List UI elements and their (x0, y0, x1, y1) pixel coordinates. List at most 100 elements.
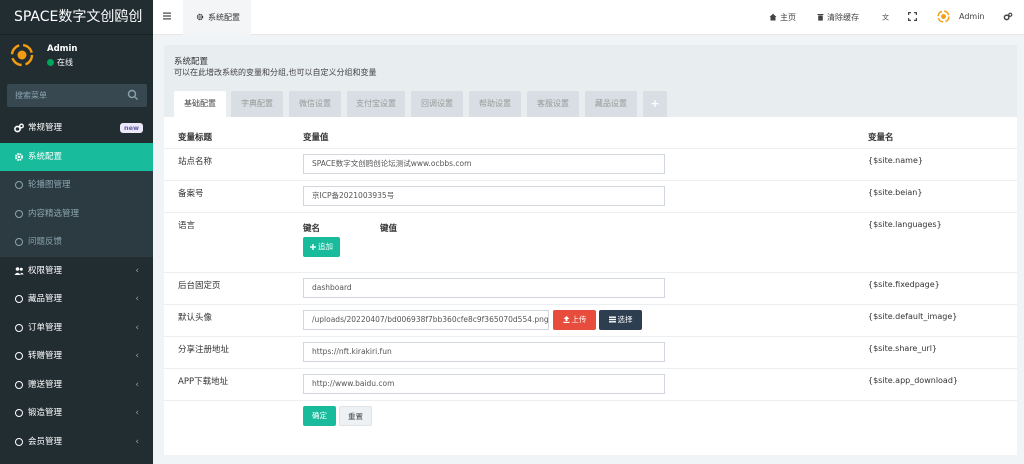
circle-icon (15, 380, 23, 389)
upload-button[interactable]: 上传 (553, 310, 596, 330)
circle-icon (15, 238, 23, 246)
sidebar-item-members[interactable]: 会员管理 ‹ (0, 428, 153, 457)
sidebar-item-label: 转赠管理 (28, 351, 63, 361)
tab-wechat[interactable]: 微信设置 (289, 91, 341, 117)
sidebar-item-featured[interactable]: 内容精选管理 (0, 199, 153, 228)
tab-system-config[interactable]: 系统配置 (183, 0, 251, 35)
sidebar-item-banner[interactable]: 轮播图管理 (0, 171, 153, 200)
user-status: 在线 (47, 57, 73, 68)
key-name-label: 键名 (303, 224, 321, 234)
fixedpage-input[interactable]: dashboard (303, 278, 665, 298)
menu-toggle-icon[interactable] (162, 11, 172, 21)
clear-cache-button[interactable]: 清除缓存 (817, 12, 859, 23)
row-label-app-download: APP下载地址 (178, 377, 229, 387)
var-beian: {$site.beian} (868, 188, 923, 197)
row-divider (164, 368, 1017, 369)
sidebar-item-orders[interactable]: 订单管理 ‹ (0, 314, 153, 343)
gears-icon (14, 123, 24, 133)
tab-customer-service[interactable]: 客服设置 (527, 91, 579, 117)
new-badge: new (119, 123, 143, 133)
chevron-left-icon: ‹ (135, 408, 139, 418)
plus-icon (310, 244, 316, 250)
sidebar-item-label: 藏品管理 (28, 294, 63, 304)
row-divider (164, 212, 1017, 213)
chevron-left-icon: ‹ (135, 379, 139, 390)
settings-gears-icon[interactable] (1003, 12, 1013, 21)
svg-text:文: 文 (882, 13, 889, 22)
row-divider (164, 304, 1017, 305)
sidebar-item-collections[interactable]: 藏品管理 ‹ (0, 285, 153, 314)
sidebar-item-label: 问题反馈 (28, 237, 63, 247)
append-button[interactable]: 追加 (303, 237, 340, 257)
row-label-fixedpage: 后台固定页 (178, 281, 221, 291)
fullscreen-icon[interactable] (908, 12, 917, 21)
home-icon (769, 13, 777, 21)
tab-callback[interactable]: 回调设置 (411, 91, 463, 117)
config-panel: 系统配置 可以在此增改系统的变量和分组,也可以自定义分组和变量 基础配置 字典配… (164, 45, 1017, 455)
var-share-url: {$site.share_url} (868, 344, 938, 353)
app-logo[interactable]: SPACE数字文创鸥创 (0, 0, 153, 35)
row-divider (164, 272, 1017, 273)
gear-icon (15, 152, 23, 161)
sidebar-item-general[interactable]: 常规管理 new (0, 114, 153, 143)
var-languages: {$site.languages} (868, 220, 942, 229)
header-title: 变量标题 (178, 133, 213, 143)
row-label-site-name: 站点名称 (178, 157, 213, 167)
tab-dictionary[interactable]: 字典配置 (231, 91, 283, 117)
row-divider (164, 180, 1017, 181)
row-label-beian: 备案号 (178, 189, 204, 199)
user-name: Admin (47, 44, 78, 54)
share-url-input[interactable]: https://nft.kirakiri.fun (303, 342, 665, 362)
add-tab-button[interactable]: + (643, 91, 667, 117)
sidebar-item-feedback[interactable]: 问题反馈 (0, 228, 153, 257)
search-icon[interactable] (127, 89, 139, 101)
circle-icon (15, 409, 23, 417)
sidebar-item-label: 常规管理 (28, 123, 63, 133)
gear-icon (196, 13, 204, 21)
chevron-left-icon: ‹ (135, 265, 139, 276)
home-link[interactable]: 主页 (769, 12, 796, 23)
chevron-left-icon: ‹ (135, 351, 139, 361)
admin-menu[interactable]: Admin (959, 12, 985, 21)
sidebar-item-permissions[interactable]: 权限管理 ‹ (0, 257, 153, 286)
header-value: 变量值 (303, 133, 329, 143)
search-placeholder: 搜索菜单 (15, 91, 47, 100)
language-icon[interactable]: 文 (882, 12, 891, 22)
sidebar-item-forge[interactable]: 锻造管理 ‹ (0, 399, 153, 428)
upload-label: 上传 (571, 315, 587, 324)
chevron-left-icon: ‹ (135, 322, 139, 333)
admin-avatar[interactable] (937, 10, 950, 23)
trash-icon (817, 14, 824, 21)
sidebar-item-transfers[interactable]: 转赠管理 ‹ (0, 342, 153, 371)
search-input[interactable]: 搜索菜单 (7, 84, 147, 107)
row-label-share-url: 分享注册地址 (178, 345, 230, 355)
sidebar-item-label: 内容精选管理 (28, 208, 80, 219)
append-label: 追加 (318, 242, 333, 251)
default-image-input[interactable]: /uploads/20220407/bd006938f7bb360cfe8c9f… (303, 310, 549, 330)
home-label: 主页 (780, 13, 796, 22)
key-value-label: 键值 (380, 224, 398, 234)
circle-icon (15, 181, 23, 189)
users-icon (14, 266, 24, 275)
submit-button[interactable]: 确定 (303, 406, 336, 426)
sidebar-item-system-config[interactable]: 系统配置 (0, 142, 153, 171)
tab-help[interactable]: 帮助设置 (469, 91, 521, 117)
row-label-languages: 语言 (178, 221, 196, 231)
sidebar-item-gifts[interactable]: 赠送管理 ‹ (0, 371, 153, 400)
var-fixedpage: {$site.fixedpage} (868, 280, 940, 289)
sidebar-item-label: 订单管理 (28, 322, 63, 333)
sidebar-menu: 常规管理 new 系统配置 轮播图管理 内容精选管理 问题反馈 权限管理 ‹ 藏品… (0, 114, 153, 456)
row-label-default-image: 默认头像 (178, 313, 213, 323)
sidebar-item-label: 赠送管理 (28, 379, 63, 390)
var-app-download: {$site.app_download} (868, 376, 959, 385)
choose-button[interactable]: 选择 (599, 310, 642, 330)
tab-collection[interactable]: 藏品设置 (585, 91, 637, 117)
tab-alipay[interactable]: 支付宝设置 (347, 91, 405, 117)
reset-button[interactable]: 重置 (339, 406, 372, 426)
app-download-input[interactable]: http://www.baidu.com (303, 374, 665, 394)
online-dot-icon (47, 59, 54, 66)
site-name-input[interactable]: SPACE数字文创鸥创论坛测试www.ocbbs.com (303, 154, 665, 174)
beian-input[interactable]: 京ICP备2021003935号 (303, 186, 665, 206)
tab-basic[interactable]: 基础配置 (174, 91, 226, 117)
upload-icon (563, 316, 569, 323)
